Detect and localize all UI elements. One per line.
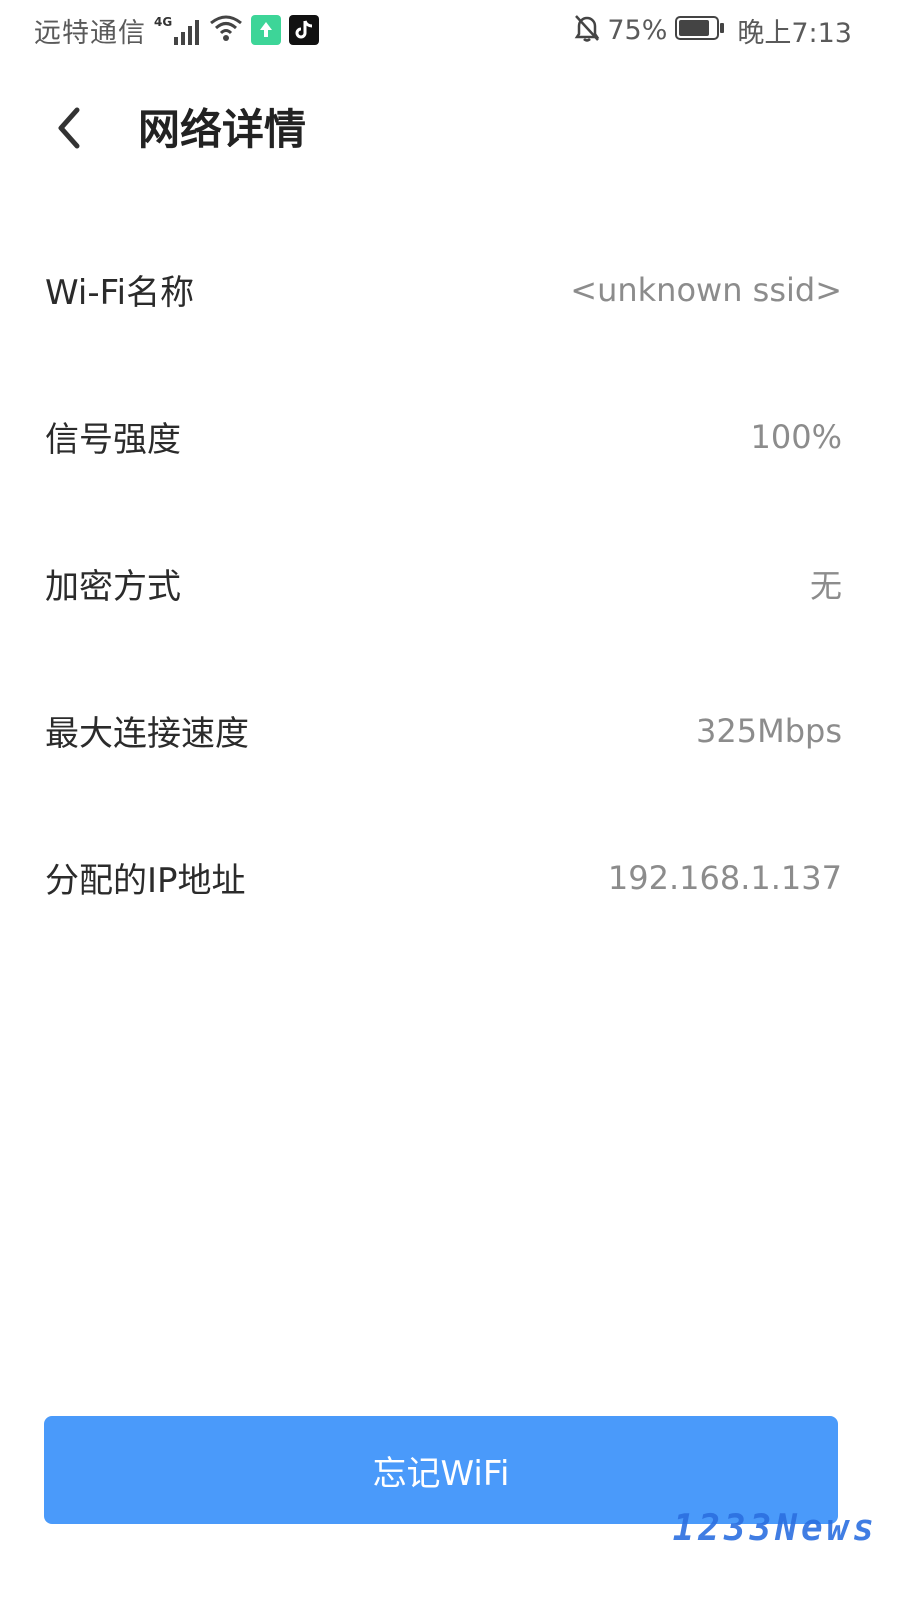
detail-value: 100% <box>750 417 842 456</box>
detail-row-ssid: Wi-Fi名称 <unknown ssid> <box>0 216 900 363</box>
silent-bell-icon <box>573 13 601 47</box>
detail-value: 192.168.1.137 <box>607 858 842 897</box>
detail-row-max-speed: 最大连接速度 325Mbps <box>0 657 900 804</box>
status-bar: 远特通信 4G 75% 晚上7:13 <box>0 0 900 60</box>
chevron-left-icon <box>58 107 80 149</box>
carrier-name: 远特通信 <box>34 17 146 49</box>
detail-label: 分配的IP地址 <box>45 861 246 901</box>
watermark-logo: 1233News <box>672 1508 878 1549</box>
detail-row-ip-address: 分配的IP地址 192.168.1.137 <box>0 804 900 951</box>
detail-label: 最大连接速度 <box>45 714 249 754</box>
network-type: 4G <box>154 15 173 29</box>
back-button[interactable] <box>40 98 96 158</box>
detail-label: Wi-Fi名称 <box>45 273 195 313</box>
tiktok-icon <box>289 15 320 45</box>
detail-row-encryption: 加密方式 无 <box>0 510 900 657</box>
signal-icon: 4G <box>154 15 200 45</box>
header: 网络详情 <box>0 70 900 190</box>
status-left: 远特通信 4G <box>34 12 320 49</box>
battery-icon <box>675 16 725 44</box>
detail-value: <unknown ssid> <box>570 270 842 309</box>
clock: 晚上7:13 <box>737 17 852 49</box>
wifi-icon <box>209 14 243 46</box>
screen: 远特通信 4G 75% 晚上7:13 网络详情 Wi-Fi名称 <unknown… <box>0 0 900 1600</box>
battery-percent: 75% <box>607 14 668 46</box>
detail-value: 无 <box>809 566 842 605</box>
detail-row-signal-strength: 信号强度 100% <box>0 363 900 510</box>
app-green-icon <box>251 15 282 45</box>
detail-label: 信号强度 <box>45 420 181 460</box>
network-details-list: Wi-Fi名称 <unknown ssid> 信号强度 100% 加密方式 无 … <box>0 216 900 951</box>
detail-label: 加密方式 <box>45 567 181 607</box>
page-title: 网络详情 <box>138 105 307 154</box>
status-right: 75% 晚上7:13 <box>573 12 852 49</box>
detail-value: 325Mbps <box>696 711 842 750</box>
